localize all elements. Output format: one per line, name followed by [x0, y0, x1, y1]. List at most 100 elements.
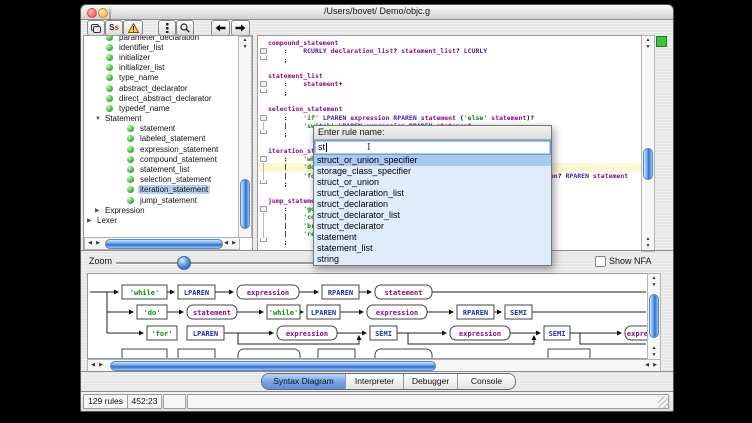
tree-item-initializer[interactable]: initializer: [84, 52, 239, 62]
tree-item-initializer_list[interactable]: initializer_list: [84, 63, 239, 73]
fold-gutter[interactable]: [258, 105, 268, 113]
warnings-button[interactable]: [123, 20, 143, 36]
code-line[interactable]: [258, 64, 642, 72]
fold-gutter[interactable]: [258, 89, 268, 97]
scroll-left-icon[interactable]: ◀: [222, 238, 230, 248]
scroll-down-icon[interactable]: ▼: [642, 244, 654, 249]
tab-syntax-diagram[interactable]: Syntax Diagram: [262, 374, 346, 389]
show-nfa-checkbox[interactable]: [595, 256, 606, 267]
code-line[interactable]: : RCURLY declaration_list? statement_lis…: [258, 47, 642, 55]
fold-gutter[interactable]: [258, 222, 268, 230]
rule-suggestion-storage_class_specifier[interactable]: storage_class_specifier: [314, 166, 551, 177]
scroll-up-icon[interactable]: ▲: [648, 346, 660, 351]
fold-gutter[interactable]: [258, 155, 268, 163]
tree-item-Lexer[interactable]: ▶Lexer: [84, 215, 239, 225]
fold-gutter[interactable]: [258, 230, 268, 238]
fold-gutter[interactable]: [258, 64, 268, 72]
diagram-node[interactable]: RPAREN: [322, 285, 359, 299]
rule-suggestion-struct_or_union[interactable]: struct_or_union: [314, 177, 551, 188]
triangle-collapsed-icon[interactable]: ▶: [95, 207, 103, 214]
scroll-up-icon[interactable]: ▲: [642, 38, 654, 43]
diagram-node[interactable]: 'while': [267, 305, 300, 319]
scroll-up-icon[interactable]: ▲: [239, 38, 251, 43]
fold-gutter[interactable]: [258, 147, 268, 155]
fold-gutter[interactable]: [258, 39, 268, 47]
diagram-node[interactable]: statement: [187, 305, 237, 319]
fold-gutter[interactable]: [258, 80, 268, 88]
expand-editor-button[interactable]: [656, 36, 667, 47]
rule-icon[interactable]: [106, 44, 113, 51]
code-line[interactable]: ;: [258, 56, 642, 64]
tree-item-parameter_declaration[interactable]: parameter_declaration: [84, 35, 239, 42]
scroll-right-icon[interactable]: ▶: [97, 360, 105, 370]
fold-gutter[interactable]: [258, 139, 268, 147]
rule-icon[interactable]: [106, 64, 113, 71]
diagram-node[interactable]: 'do': [137, 305, 167, 319]
fold-gutter[interactable]: [258, 97, 268, 105]
code-line[interactable]: statement_list: [258, 72, 642, 80]
fold-gutter[interactable]: [258, 47, 268, 55]
diagram-node[interactable]: LPAREN: [307, 305, 340, 319]
scroll-right-icon[interactable]: ▶: [651, 360, 659, 370]
tree-vscroll-thumb[interactable]: [240, 179, 250, 229]
rule-icon[interactable]: [127, 186, 134, 193]
editor-vertical-scrollbar[interactable]: ▲ ▼ ▲ ▼: [641, 35, 655, 252]
fold-gutter[interactable]: [258, 130, 268, 138]
rule-suggestion-statement[interactable]: statement: [314, 232, 551, 243]
fold-gutter[interactable]: [258, 56, 268, 64]
code-line[interactable]: : 'if' LPAREN expression RPAREN statemen…: [258, 114, 642, 122]
rule-icon[interactable]: [127, 156, 134, 163]
scroll-down-icon[interactable]: ▼: [648, 353, 660, 358]
diagram-node[interactable]: SEMI: [544, 326, 570, 340]
syntax-coloring-button[interactable]: Ss: [105, 20, 123, 36]
fold-gutter[interactable]: [258, 205, 268, 213]
tree-item-type_name[interactable]: type_name: [84, 73, 239, 83]
rule-suggestion-statement_list[interactable]: statement_list: [314, 243, 551, 254]
tree-item-Statement[interactable]: ▼Statement: [84, 114, 239, 124]
diagram-node[interactable]: SEMI: [370, 326, 397, 340]
diagram-hscroll-thumb[interactable]: [110, 361, 436, 371]
rule-icon[interactable]: [127, 146, 134, 153]
fold-gutter[interactable]: [258, 163, 268, 171]
forward-button[interactable]: [231, 20, 250, 36]
code-line[interactable]: : statement+: [258, 80, 642, 88]
rule-suggestion-struct_declarator_list[interactable]: struct_declarator_list: [314, 210, 551, 221]
tree-item-direct_abstract_declarator[interactable]: direct_abstract_declarator: [84, 93, 239, 103]
fold-gutter[interactable]: [258, 114, 268, 122]
tree-item-expression_statement[interactable]: expression_statement: [84, 144, 239, 154]
tree-item-jump_statement[interactable]: jump_statement: [84, 195, 239, 205]
rule-icon[interactable]: [106, 105, 113, 112]
fold-gutter[interactable]: [258, 238, 268, 246]
diagram-node[interactable]: LPAREN: [187, 326, 224, 340]
diagram-node[interactable]: 'for': [147, 326, 177, 340]
rule-suggestion-string[interactable]: string: [314, 254, 551, 265]
scroll-left-icon[interactable]: ◀: [86, 238, 94, 248]
scroll-down-icon[interactable]: ▼: [239, 45, 251, 50]
tree-item-statement_list[interactable]: statement_list: [84, 164, 239, 174]
diagram-node[interactable]: 'while': [122, 285, 167, 299]
tree-item-compound_statement[interactable]: compound_statement: [84, 154, 239, 164]
triangle-expanded-icon[interactable]: ▼: [95, 116, 103, 122]
tree-horizontal-scrollbar[interactable]: ◀ ▶ ◀ ▶: [84, 237, 240, 250]
rule-icon[interactable]: [127, 166, 134, 173]
diagram-node[interactable]: LPAREN: [178, 285, 215, 299]
triangle-collapsed-icon[interactable]: ▶: [87, 217, 95, 224]
diagram-node[interactable]: expression: [450, 326, 510, 340]
toggle-rules-list-button[interactable]: [87, 20, 105, 36]
rule-icon[interactable]: [127, 125, 134, 132]
tree-item-iteration_statement[interactable]: iteration_statement: [84, 185, 239, 195]
code-line[interactable]: [258, 97, 642, 105]
scroll-left-icon[interactable]: ◀: [643, 360, 651, 370]
find-button[interactable]: [176, 20, 194, 36]
scroll-down-icon[interactable]: ▼: [648, 283, 660, 288]
rule-name-input[interactable]: st I: [314, 140, 551, 155]
scroll-right-icon[interactable]: ▶: [94, 238, 102, 248]
tree-item-statement[interactable]: statement: [84, 124, 239, 134]
tab-console[interactable]: Console: [458, 374, 515, 389]
scroll-right-icon[interactable]: ▶: [230, 238, 238, 248]
rule-suggestion-struct_declaration_list[interactable]: struct_declaration_list: [314, 188, 551, 199]
syntax-diagram-canvas[interactable]: 'while' LPAREN expression RPAREN stateme…: [87, 273, 649, 359]
tree-hscroll-thumb[interactable]: [105, 239, 223, 249]
diagram-node[interactable]: expression: [625, 326, 648, 340]
diagram-node[interactable]: expression: [367, 305, 427, 319]
